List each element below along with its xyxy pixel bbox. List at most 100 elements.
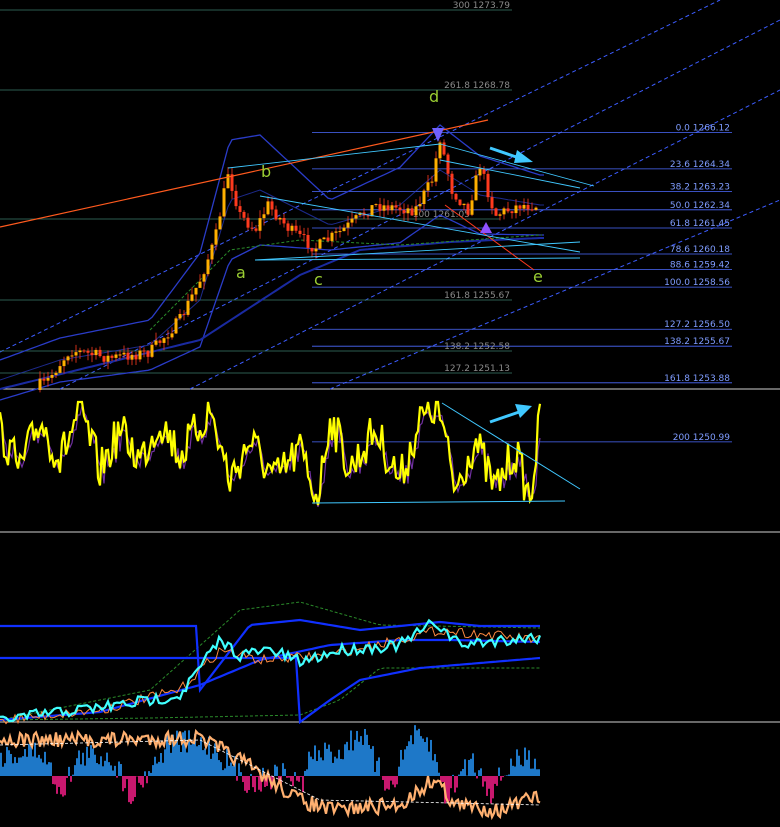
histogram-bar (506, 775, 508, 776)
candle-body (246, 217, 250, 228)
histogram-bar (410, 735, 412, 776)
histogram-bar (22, 756, 24, 776)
histogram-bar (314, 745, 316, 776)
histogram-bar (80, 764, 82, 776)
histogram-bar (140, 776, 142, 785)
histogram-bar (256, 776, 258, 778)
histogram-bar (148, 771, 150, 776)
histogram-bar (154, 756, 156, 776)
histogram-bar (402, 759, 404, 776)
candle-body (298, 230, 302, 235)
histogram-bar (310, 756, 312, 776)
histogram-bar (454, 776, 456, 793)
candle-body (442, 142, 446, 155)
histogram-bar (432, 760, 434, 776)
marker-up-icon (480, 222, 492, 233)
histogram-bar (134, 776, 136, 798)
channel-line-0 (0, 0, 721, 353)
histogram-bar (74, 765, 76, 776)
candle-body (250, 227, 254, 229)
marker-down-icon (432, 128, 444, 142)
histogram-bar (448, 776, 450, 802)
histogram-bar (386, 776, 388, 789)
histogram-bar (416, 730, 418, 776)
histogram-bar (4, 763, 6, 776)
histogram-bar (312, 759, 314, 776)
histogram-bar (316, 760, 318, 776)
candle-body (422, 190, 426, 205)
histogram-bar (186, 752, 188, 776)
candle-body (274, 209, 278, 220)
ma-slow-top (0, 618, 540, 693)
candle-body (54, 372, 58, 375)
histogram-bar (82, 752, 84, 776)
histogram-bar (120, 764, 122, 776)
histogram-bar (394, 776, 396, 788)
histogram-bar (206, 754, 208, 776)
histogram-bar (344, 744, 346, 776)
histogram-bar (494, 776, 496, 784)
candle-body (146, 350, 150, 357)
candle-body (278, 217, 282, 220)
histogram-bar (282, 763, 284, 776)
candle-body (202, 274, 206, 282)
candle-body (90, 352, 94, 356)
histogram-bar (308, 751, 310, 776)
histogram-bar (50, 762, 52, 776)
candle-body (182, 314, 186, 316)
candle-body (438, 142, 442, 159)
histogram-bar (152, 765, 154, 776)
histogram-bar (144, 771, 146, 776)
price-panel: 0.0 1266.12 23.6 1264.34 38.2 1263.23 50.0 … (0, 0, 780, 443)
histogram-bar (274, 764, 276, 776)
wave-label-d: d (429, 87, 439, 106)
histogram-bar (338, 749, 340, 776)
arrow-shaft-osc (489, 409, 523, 424)
candle-body (458, 199, 462, 206)
histogram-bar (108, 762, 110, 776)
histogram-bar (0, 752, 2, 776)
candle-body (198, 281, 202, 288)
histogram-bar (198, 745, 200, 776)
candle-body (386, 205, 390, 211)
candle-body (126, 352, 130, 360)
histogram-bar (326, 748, 328, 776)
envelope (149, 234, 543, 331)
histogram-bar (118, 761, 120, 776)
histogram-bar (478, 770, 480, 776)
candle-body (334, 231, 338, 233)
candle-body (110, 355, 114, 358)
candle-body (330, 232, 334, 241)
histogram-bar (368, 744, 370, 776)
candle-body (46, 377, 50, 381)
histogram-bar (86, 746, 88, 776)
histogram-bar (392, 776, 394, 785)
histogram-bar (430, 739, 432, 776)
candle-body (254, 228, 258, 231)
fib-right-label-11: 200 1250.99 (673, 433, 731, 443)
candle-body (398, 207, 402, 211)
histogram-bar (212, 753, 214, 776)
histogram-bar (352, 750, 354, 776)
histogram-bar (498, 767, 500, 776)
histogram-bar (230, 762, 232, 776)
histogram-bar (126, 776, 128, 780)
histogram-bar (240, 772, 242, 776)
histogram-bar (150, 772, 152, 776)
candle-body (534, 207, 538, 210)
histogram-bar (238, 763, 240, 776)
fib-right-label-9: 138.2 1255.67 (664, 337, 730, 347)
wave-label-c: c (314, 270, 323, 289)
fib-mid-label-2: 161.8 1255.67 (444, 291, 510, 301)
histogram-bar (162, 762, 164, 776)
candle-body (310, 247, 314, 252)
histogram-bar (514, 766, 516, 776)
histogram-bar (522, 766, 524, 776)
histogram-bar (490, 776, 492, 804)
histogram-bar (512, 765, 514, 776)
histogram-bar (20, 757, 22, 776)
candle-body (218, 216, 222, 230)
fib-right-label-1: 23.6 1264.34 (670, 160, 730, 170)
candle-body (82, 350, 86, 352)
histogram-bar (276, 766, 278, 776)
